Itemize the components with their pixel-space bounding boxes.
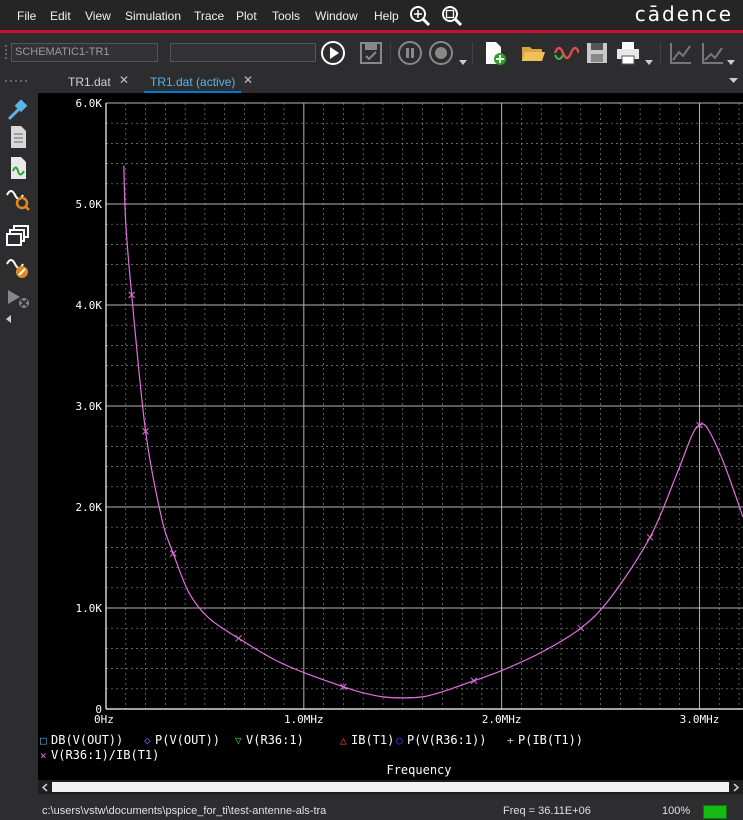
- trace-settings-icon[interactable]: [700, 40, 726, 66]
- y-tick-label: 5.0K: [76, 198, 103, 211]
- plot-svg[interactable]: 6.0K5.0K4.0K3.0K2.0K1.0K0 0Hz 1.0MHz 2.0MH…: [38, 93, 743, 783]
- menu-tools[interactable]: Tools: [272, 9, 300, 23]
- legend-marker: △: [340, 734, 347, 747]
- trace-marker: [646, 533, 654, 541]
- open-folder-icon[interactable]: [520, 40, 546, 66]
- legend-marker: ○: [396, 734, 403, 747]
- waveform-document-icon[interactable]: [5, 155, 31, 181]
- secondary-field[interactable]: [170, 43, 316, 62]
- menu-bar: File Edit View Simulation Trace Plot Too…: [0, 0, 743, 33]
- trace-v-r36-over-ib-t1: [123, 165, 743, 699]
- pause-icon[interactable]: [397, 40, 423, 66]
- status-zoom-level: 100%: [662, 805, 691, 817]
- waveform-icon[interactable]: [553, 40, 579, 66]
- menu-window[interactable]: Window: [315, 9, 358, 23]
- probe-plot-window[interactable]: 6.0K 5.0K 4.0K 3.0K 2.0K 1.0K 0 0Hz 1.0MHz 2.0MH…: [38, 93, 743, 783]
- probe-marker-icon[interactable]: [5, 97, 31, 123]
- plot-legend: □ DB(V(OUT)) ◇ P(V(OUT)) ▽ V(R36:1) △ IB(T1) ○ P(…: [40, 733, 583, 762]
- x-tick-label: 0Hz: [94, 713, 114, 726]
- scroll-left-icon[interactable]: [41, 783, 49, 792]
- legend-marker: ×: [40, 749, 47, 762]
- scroll-right-icon[interactable]: [732, 783, 740, 792]
- legend-label: V(R36:1): [246, 733, 304, 747]
- menu-simulation[interactable]: Simulation: [125, 9, 181, 23]
- legend-label: IB(T1): [351, 733, 394, 747]
- legend-marker: +: [507, 734, 514, 747]
- new-file-icon[interactable]: [481, 40, 507, 66]
- close-icon[interactable]: ✕: [119, 73, 129, 87]
- dropdown-arrow-icon[interactable]: [459, 60, 467, 66]
- waveform-edit-icon[interactable]: [5, 254, 31, 280]
- zoom-in-icon[interactable]: [408, 4, 432, 28]
- simulation-output-icon[interactable]: [5, 124, 31, 150]
- legend-label: P(IB(T1)): [518, 733, 583, 747]
- tab-grip-icon: [5, 80, 27, 82]
- y-tick-label: 6.0K: [76, 97, 103, 110]
- toolbar: SCHEMATIC1-TR1: [0, 36, 743, 69]
- save-check-icon[interactable]: [358, 40, 384, 66]
- legend-label: DB(V(OUT)): [51, 733, 123, 747]
- print-icon[interactable]: [615, 40, 641, 66]
- legend-label: V(R36:1)/IB(T1): [51, 748, 159, 762]
- legend-marker: □: [40, 734, 47, 747]
- menu-edit[interactable]: Edit: [50, 9, 71, 23]
- legend-marker: ▽: [235, 734, 242, 747]
- status-frequency: Freq = 36.11E+06: [503, 805, 591, 817]
- status-file-path: c:\users\vstw\documents\pspice_for_ti\te…: [42, 805, 327, 817]
- simulation-profile-field[interactable]: SCHEMATIC1-TR1: [11, 43, 158, 62]
- side-toolbar: [0, 93, 36, 803]
- menu-plot[interactable]: Plot: [236, 9, 257, 23]
- tab-tr1-dat[interactable]: TR1.dat: [62, 72, 117, 93]
- x-tick-label: 2.0MHz: [482, 713, 522, 726]
- scrollbar-thumb[interactable]: [52, 782, 729, 792]
- print-dropdown-icon[interactable]: [645, 60, 653, 66]
- y-tick-label: 2.0K: [76, 501, 103, 514]
- legend-marker: ◇: [144, 734, 151, 747]
- windows-stack-icon[interactable]: [5, 223, 31, 249]
- y-tick-label: 4.0K: [76, 299, 103, 312]
- collapse-arrow-icon[interactable]: [5, 315, 11, 323]
- trace-layer: [123, 165, 743, 699]
- y-tick-label: 1.0K: [76, 602, 103, 615]
- status-bar: c:\users\vstw\documents\pspice_for_ti\te…: [0, 803, 743, 820]
- tab-list-dropdown-icon[interactable]: [729, 78, 738, 84]
- stop-icon[interactable]: [428, 40, 454, 66]
- menu-view[interactable]: View: [85, 9, 111, 23]
- horizontal-scrollbar[interactable]: [38, 780, 743, 794]
- x-axis-ticks: 0Hz 1.0MHz 2.0MHz 3.0MHz: [94, 713, 719, 726]
- toolbar-grip-icon: [5, 45, 7, 59]
- add-trace-icon[interactable]: [668, 40, 694, 66]
- trace-marker: [169, 550, 177, 557]
- legend-label: P(V(R36:1)): [407, 733, 486, 747]
- menu-trace[interactable]: Trace: [194, 9, 224, 23]
- save-icon[interactable]: [584, 40, 610, 66]
- probe-delete-icon[interactable]: [5, 285, 31, 311]
- x-tick-label: 3.0MHz: [680, 713, 720, 726]
- toolbar-overflow-icon[interactable]: [727, 60, 735, 66]
- cadence-logo: cādence: [634, 2, 733, 26]
- menu-file[interactable]: File: [17, 9, 36, 23]
- run-simulation-icon[interactable]: [320, 40, 346, 66]
- plot-grid: [105, 102, 743, 710]
- trace-marker: [470, 677, 478, 685]
- zoom-fit-icon[interactable]: [440, 4, 464, 28]
- tab-tr1-dat-active[interactable]: TR1.dat (active): [144, 72, 242, 93]
- simulation-status-indicator: [703, 805, 727, 819]
- legend-label: P(V(OUT)): [155, 733, 220, 747]
- x-tick-label: 1.0MHz: [284, 713, 324, 726]
- trace-marker: [235, 634, 242, 642]
- y-axis-ticks: 6.0K5.0K4.0K3.0K2.0K1.0K0: [76, 97, 103, 716]
- close-icon[interactable]: ✕: [243, 73, 253, 87]
- y-tick-label: 3.0K: [76, 400, 103, 413]
- waveform-search-icon[interactable]: [5, 185, 31, 211]
- document-tabs: TR1.dat ✕ TR1.dat (active) ✕: [0, 69, 743, 93]
- x-axis-label: Frequency: [386, 763, 451, 777]
- menu-help[interactable]: Help: [374, 9, 399, 23]
